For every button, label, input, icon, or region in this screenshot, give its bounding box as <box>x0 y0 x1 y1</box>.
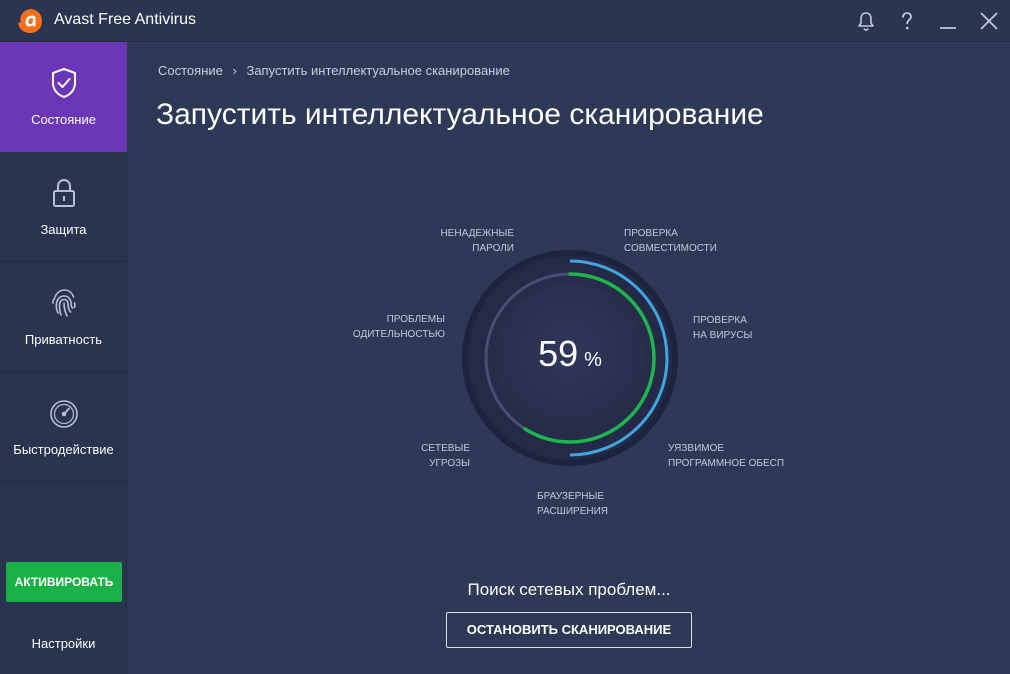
minimize-icon[interactable] <box>935 8 961 34</box>
breadcrumb-root[interactable]: Состояние <box>158 63 223 78</box>
bell-icon[interactable] <box>853 8 879 34</box>
sidebar-item-privacy[interactable]: Приватность <box>0 262 127 372</box>
scan-label-performance-issues: ПРОБЛЕМЫ ОДИТЕЛЬНОСТЬЮ <box>352 314 445 340</box>
sidebar-item-status[interactable]: Состояние <box>0 42 127 152</box>
scan-label-vulnerable-software: УЯЗВИМОЕ ПРОГРАММНОЕ ОБЕСП <box>668 443 785 469</box>
scan-status-text: Поиск сетевых проблем... <box>467 580 671 599</box>
breadcrumb-current: Запустить интеллектуальное сканирование <box>246 63 510 78</box>
sidebar-item-label: Защита <box>40 222 87 237</box>
page-title: Запустить интеллектуальное сканирование <box>156 98 764 131</box>
sidebar-item-label: Состояние <box>31 112 96 127</box>
settings-link[interactable]: Настройки <box>0 636 127 651</box>
sidebar: Состояние Защита Приватность Быстродейст… <box>0 42 127 674</box>
shield-check-icon <box>52 68 76 98</box>
activate-button[interactable]: АКТИВИРОВАТЬ <box>6 562 122 602</box>
scan-label-viruses: ПРОВЕРКА НА ВИРУСЫ <box>693 315 753 341</box>
sidebar-item-label: Приватность <box>24 332 103 347</box>
app-title: Avast Free Antivirus <box>54 11 196 28</box>
scan-progress-percent: 59% <box>538 333 602 374</box>
scan-visualization: НЕНАДЕЖНЫЕ ПАРОЛИ ПРОВЕРКА СОВМЕСТИМОСТИ… <box>128 200 1010 530</box>
close-icon[interactable] <box>976 8 1002 34</box>
fingerprint-icon <box>52 289 76 317</box>
title-bar: Avast Free Antivirus <box>0 0 1010 42</box>
lock-icon <box>53 178 75 207</box>
scan-label-browser-extensions: БРАУЗЕРНЫЕ РАСШИРЕНИЯ <box>537 491 608 517</box>
sidebar-item-performance[interactable]: Быстродействие <box>0 372 127 482</box>
help-icon[interactable] <box>894 8 920 34</box>
sidebar-item-label: Быстродействие <box>13 442 114 457</box>
breadcrumb-separator: › <box>232 63 237 78</box>
breadcrumb: Состояние › Запустить интеллектуальное с… <box>158 63 510 78</box>
sidebar-item-protection[interactable]: Защита <box>0 152 127 262</box>
avast-logo-icon <box>18 9 42 33</box>
stop-scan-button[interactable]: ОСТАНОВИТЬ СКАНИРОВАНИЕ <box>446 612 692 648</box>
speedometer-icon <box>50 400 78 428</box>
